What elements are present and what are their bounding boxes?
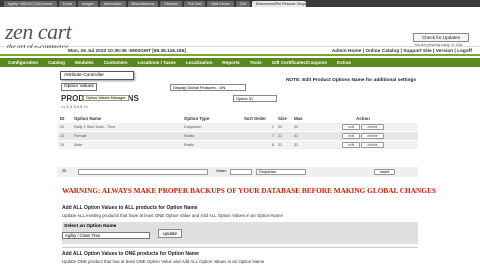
browser-tab[interactable]: Züri [235, 0, 250, 7]
option-values-link[interactable]: Option Values [61, 83, 97, 91]
table-header-row: ID Option Name Option Type Sort Order Si… [58, 115, 418, 122]
col-option-type: Option Type [182, 115, 242, 122]
cell-size: 32 [276, 121, 292, 131]
server-datetime: Mon, 26 Jul 2010 10:35:35 -0600GMT [68.3… [68, 49, 186, 54]
new-option-name-input[interactable] [78, 169, 208, 175]
menu-localization[interactable]: Localization [186, 60, 213, 65]
cell-id: 24 [58, 139, 72, 149]
edit-note: NOTE: Edit Product Options Name for addi… [285, 78, 416, 83]
col-sort-order: Sort Order [242, 115, 276, 122]
delete-button[interactable]: delete [361, 123, 384, 130]
menu-tools[interactable]: Tools [250, 60, 262, 65]
browser-tab[interactable]: Pull Test [183, 0, 206, 7]
global-features-select[interactable]: Display Global Features - ON [170, 84, 246, 91]
cell-actions: edit delete [308, 121, 418, 131]
browser-tab[interactable]: Fama [58, 0, 76, 7]
admin-header: zen cart the art of e-commerce Check for… [0, 7, 480, 52]
browser-tab[interactable]: Images [77, 0, 98, 7]
section2-desc: Update ONE product that has at least ONE… [62, 259, 265, 264]
order-input[interactable] [230, 169, 252, 175]
menu-gift-certificates[interactable]: Gift Certificates/Coupons [272, 60, 327, 65]
cell-max: 32 [292, 139, 308, 149]
insert-button[interactable]: insert [374, 169, 396, 175]
check-updates-button[interactable]: Check for Updates [413, 33, 469, 42]
col-size: Size [276, 115, 292, 122]
pagination[interactable]: << 1 2 3 4 5 >> [61, 104, 88, 109]
cell-size: 32 [276, 130, 292, 140]
menu-catalog[interactable]: Catalog [48, 60, 65, 65]
browser-tab-active[interactable]: Endicement/Pet Rescuer Shopp... [251, 0, 306, 7]
update-button[interactable]: update [158, 229, 183, 238]
cell-type: Dropdown [182, 121, 242, 131]
col-max: Max [292, 115, 308, 122]
browser-tab[interactable]: Agility+ 845.00 | ZuCommer [4, 0, 57, 7]
table-row: 23 Female Radio 7 32 32 edit delete [58, 130, 418, 140]
edit-button[interactable]: edit [342, 123, 361, 130]
table-row: 24 Male Radio 8 32 32 edit delete [58, 139, 418, 149]
cell-id: 23 [58, 130, 72, 140]
cell-name: Female [72, 130, 182, 140]
browser-tab[interactable]: Miscellaneous [127, 0, 159, 7]
cell-name: Male [72, 139, 182, 149]
cell-sort: 8 [242, 139, 276, 149]
option-id-select[interactable]: Option ID [233, 95, 277, 102]
cell-size: 32 [276, 139, 292, 149]
delete-button[interactable]: delete [361, 141, 384, 148]
tooltip: Option Values Manager [83, 95, 129, 101]
col-action: Action [308, 115, 418, 122]
admin-menu-bar: Configuration Catalog Modules Customers … [0, 58, 480, 67]
browser-tab[interactable]: Information [99, 0, 126, 7]
cell-actions: edit delete [308, 139, 418, 149]
menu-extras[interactable]: Extras [337, 60, 351, 65]
admin-links[interactable]: Admin Home | Online Catalog | Support Si… [332, 49, 472, 54]
cell-type: Radio [182, 139, 242, 149]
cell-id: 22 [58, 121, 72, 131]
section2-title: Add ALL Option Values to ONE products fo… [62, 251, 199, 257]
menu-dropdown-attribute-controller[interactable]: Attribute Controller [60, 71, 134, 80]
table-row: 22 Rally 1 Start Date - Time Dropdown 1 … [58, 121, 418, 131]
menu-locations-taxes[interactable]: Locations / Taxes [138, 60, 176, 65]
col-option-name: Option Name [72, 115, 182, 122]
menu-reports[interactable]: Reports [222, 60, 239, 65]
version-note: You are presently using: v1.3.8a [414, 43, 463, 47]
edit-button[interactable]: edit [342, 132, 361, 139]
cell-sort: 7 [242, 130, 276, 140]
backup-warning: WARNING: ALWAYS MAKE PROPER BACKUPS OF Y… [62, 186, 436, 195]
new-option-row: 25 Order: Dropdown insert [58, 167, 418, 177]
cell-type: Radio [182, 130, 242, 140]
menu-configuration[interactable]: Configuration [8, 60, 38, 65]
cell-max: 32 [292, 130, 308, 140]
admin-info-bar: Mon, 26 Jul 2010 10:35:35 -0600GMT [68.3… [0, 48, 480, 56]
browser-tab-bar: Agility+ 845.00 | ZuCommer Fama Images I… [0, 0, 480, 7]
col-id: ID [58, 115, 72, 122]
cell-name: Rally 1 Start Date - Time [72, 121, 182, 131]
edit-button[interactable]: edit [342, 141, 361, 148]
new-option-id: 25 [62, 169, 67, 173]
cell-max: 32 [292, 121, 308, 131]
cell-actions: edit delete [308, 130, 418, 140]
new-option-type-select[interactable]: Dropdown [256, 169, 306, 175]
option-name-select[interactable]: Agility / Class Time [62, 232, 150, 239]
delete-button[interactable]: delete [361, 132, 384, 139]
menu-modules[interactable]: Modules [75, 60, 94, 65]
zencart-logo[interactable]: zen cart the art of e-commerce [5, 19, 72, 52]
menu-customers[interactable]: Customers [104, 60, 128, 65]
section1-title: Add ALL Option Values to ALL products fo… [62, 205, 198, 211]
divider [62, 247, 418, 248]
select-option-label: Select an Option Name [64, 224, 117, 229]
order-label: Order: [216, 169, 227, 173]
browser-tab[interactable]: Electrics [160, 0, 182, 7]
product-options-table: ID Option Name Option Type Sort Order Si… [58, 115, 418, 149]
section1-desc: Update ALL existing products that have a… [62, 213, 283, 218]
logo-brand: zen cart [5, 19, 72, 44]
browser-tab[interactable]: Wall Stores [207, 0, 234, 7]
cell-sort: 1 [242, 121, 276, 131]
